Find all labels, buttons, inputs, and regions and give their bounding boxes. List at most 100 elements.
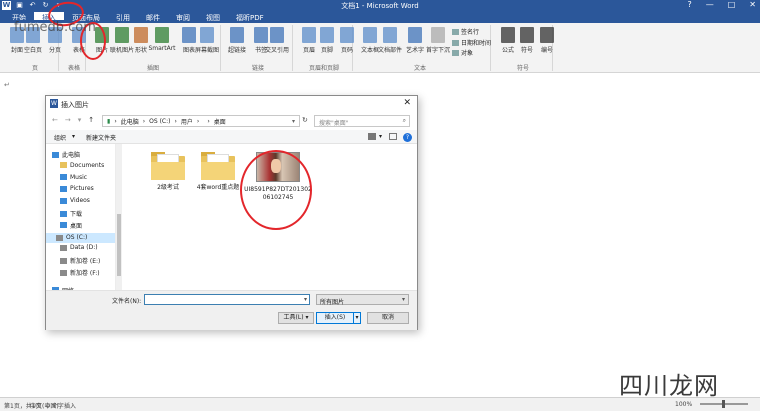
tree-item[interactable]: Pictures — [60, 185, 94, 192]
filename-dropdown-icon[interactable]: ▾ — [304, 296, 307, 303]
breadcrumb-desktop[interactable]: 桌面 — [214, 117, 226, 126]
refresh-icon[interactable]: ↻ — [302, 116, 308, 124]
tree-item-label: Pictures — [70, 185, 94, 193]
search-icon: ⌕ — [402, 117, 406, 124]
desktop-icon — [60, 222, 67, 229]
tree-item-label: 此电脑 — [62, 152, 81, 159]
tree-item[interactable]: OS (C:) — [46, 232, 115, 243]
path-dropdown-icon[interactable]: ▾ — [292, 118, 295, 125]
window-controls: ? — □ ✕ — [687, 0, 756, 9]
object-button[interactable]: 对象 — [452, 48, 473, 57]
zoom-level[interactable]: 100% — [675, 401, 692, 408]
tree-item[interactable]: 此电脑 — [52, 150, 80, 159]
tree-scrollbar[interactable] — [116, 144, 122, 290]
zoom-slider-thumb[interactable] — [722, 400, 725, 408]
back-arrow-icon[interactable]: ← — [52, 116, 58, 124]
ribbon-button-12[interactable]: 交叉引用 — [263, 27, 291, 54]
tab-view[interactable]: 视图 — [198, 12, 228, 23]
search-placeholder: 搜索"桌面" — [319, 120, 349, 127]
close-button[interactable]: ✕ — [749, 0, 756, 9]
signature-line-button[interactable]: 签名行 — [452, 27, 479, 36]
minimize-button[interactable]: — — [706, 0, 714, 9]
word-dialog-icon: W — [50, 99, 58, 108]
insert-mode-indicator[interactable]: 插入 — [64, 401, 76, 410]
breadcrumb-separator: › — [114, 117, 117, 125]
ribbon-button-label: 文档部件 — [377, 47, 402, 54]
watermark: 四川龙网 — [619, 372, 719, 400]
breadcrumb-path[interactable]: ▮ › 此电脑 › OS (C:) › 用户 › › 桌面 ▾ — [102, 115, 300, 127]
breadcrumb-this-pc[interactable]: 此电脑 — [121, 117, 139, 126]
breadcrumb-os-c[interactable]: OS (C:) — [149, 118, 170, 125]
drive-icon — [56, 234, 63, 241]
ribbon-button-icon — [230, 27, 244, 43]
title-bar: W ▣ ↶ ↻ ▾ 文档1 - Microsoft Word ? — □ ✕ — [0, 0, 760, 12]
help-button[interactable]: ? — [687, 0, 691, 9]
tree-item-label: 新加卷 (E:) — [70, 258, 101, 266]
tab-references[interactable]: 引用 — [108, 12, 138, 23]
ribbon-button-icon — [363, 27, 377, 43]
tree-item[interactable]: Videos — [60, 197, 90, 204]
tree-item[interactable]: 新加卷 (F:) — [60, 268, 100, 277]
tree-item[interactable]: Documents — [60, 162, 104, 169]
dialog-title: 插入图片 — [61, 101, 89, 109]
drive-icon — [60, 269, 67, 276]
dialog-close-button[interactable]: ✕ — [403, 98, 411, 108]
ribbon-button-icon — [134, 27, 148, 43]
ribbon-button-label: 交叉引用 — [264, 47, 289, 54]
organize-dropdown-icon[interactable]: ▾ — [72, 133, 75, 140]
forward-arrow-icon[interactable]: → — [65, 116, 71, 124]
ribbon-button-icon — [320, 27, 334, 43]
file-type-filter[interactable]: 所有图片 ▾ — [316, 294, 409, 306]
group-label-symbols: 符号 — [516, 65, 529, 72]
watermark-url: fumedb.com — [14, 20, 96, 35]
dialog-title-bar: W 插入图片 ✕ — [46, 96, 417, 112]
tree-scroll-thumb[interactable] — [117, 214, 121, 276]
ribbon-button-19[interactable]: 首字下沉 — [424, 27, 452, 54]
ribbon-button-17[interactable]: 文档部件 — [376, 27, 404, 54]
ribbon-button-22[interactable]: 编号 — [533, 27, 561, 54]
date-time-button[interactable]: 日期和时间 — [452, 38, 491, 47]
tab-mailings[interactable]: 邮件 — [138, 12, 168, 23]
tree-item[interactable]: 下载 — [60, 209, 82, 218]
ribbon-button-label: 屏幕截图 — [194, 47, 219, 54]
view-dropdown-icon[interactable]: ▾ — [379, 133, 382, 140]
filename-input[interactable]: ▾ — [144, 294, 310, 305]
tree-item-label: Data (D:) — [70, 244, 98, 252]
tab-foxit-pdf[interactable]: 福昕PDF — [228, 12, 272, 23]
tree-item-label: 新加卷 (F:) — [70, 270, 100, 277]
maximize-button[interactable]: □ — [728, 0, 736, 9]
language-indicator[interactable]: 中文(中国) — [30, 401, 59, 410]
view-options-icon[interactable] — [368, 133, 376, 140]
tools-button[interactable]: 工具(L) ▾ — [278, 312, 314, 324]
group-label-text: 文本 — [413, 65, 426, 72]
preview-pane-icon[interactable] — [389, 133, 397, 140]
help-icon[interactable]: ? — [403, 133, 412, 142]
navigation-tree: 此电脑 Documents Music Pictures Videos 下载桌面 OS (C… — [46, 144, 116, 295]
ribbon-button-icon — [540, 27, 554, 43]
tree-item[interactable]: 桌面 — [60, 221, 82, 230]
search-box[interactable]: 搜索"桌面" ⌕ — [314, 115, 410, 127]
breadcrumb-users[interactable]: 用户 — [181, 117, 193, 126]
insert-picture-dialog: W 插入图片 ✕ ← → ▾ ↑ ▮ › 此电脑 › OS (C:) › 用户 … — [45, 95, 418, 330]
ribbon-button-7[interactable]: SmartArt — [148, 27, 176, 52]
ribbon-separator — [490, 25, 491, 71]
insert-button[interactable]: 插入(S) — [316, 312, 354, 324]
nav-buttons: ← → ▾ ↑ — [52, 116, 94, 124]
up-arrow-icon[interactable]: ↑ — [88, 116, 94, 124]
group-label-pages: 页 — [31, 65, 38, 72]
tree-item[interactable]: Music — [60, 174, 87, 181]
insert-dropdown-icon[interactable]: ▾ — [353, 312, 361, 324]
tab-review[interactable]: 审阅 — [168, 12, 198, 23]
ribbon-separator — [292, 25, 293, 71]
tree-item[interactable]: 新加卷 (E:) — [60, 256, 100, 265]
ribbon-button-9[interactable]: 屏幕截图 — [193, 27, 221, 54]
ribbon-button-icon — [155, 27, 169, 43]
new-folder-button[interactable]: 新建文件夹 — [86, 133, 116, 142]
ribbon-tabs: 文件 开始 插入 页面布局 引用 邮件 审阅 视图 福昕PDF — [0, 12, 760, 31]
recent-dropdown-icon[interactable]: ▾ — [78, 116, 82, 124]
tree-item[interactable]: Data (D:) — [60, 244, 98, 251]
file-item-folder[interactable]: 4套word重点题 — [188, 152, 248, 192]
cancel-button[interactable]: 取消 — [367, 312, 409, 324]
organize-button[interactable]: 组织 — [54, 133, 66, 142]
ribbon-button-label: SmartArt — [148, 45, 176, 52]
